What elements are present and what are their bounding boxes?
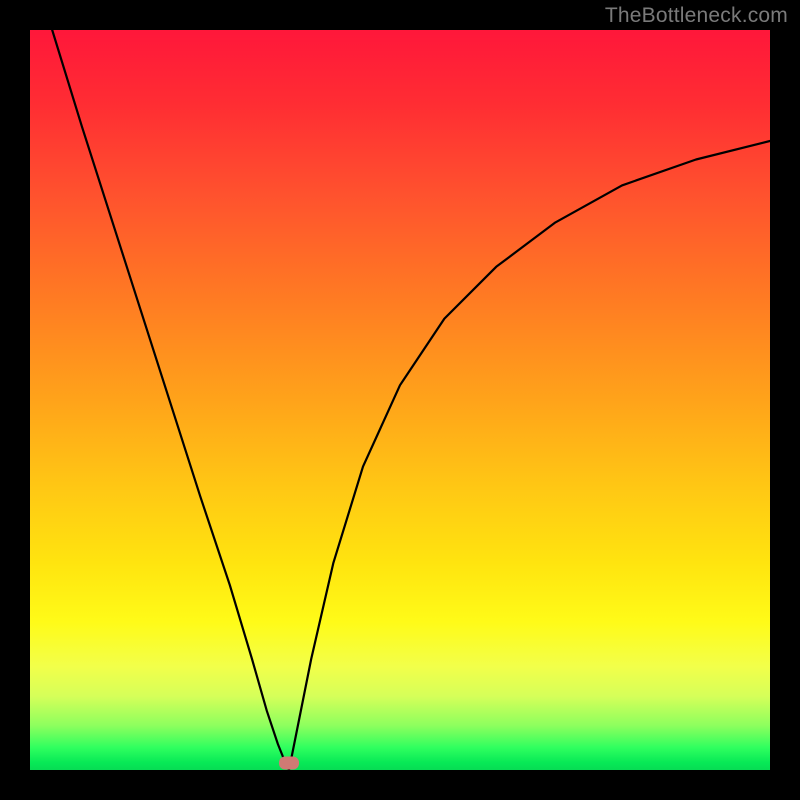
curve-svg [30, 30, 770, 770]
minimum-marker [279, 756, 299, 769]
plot-area [30, 30, 770, 770]
chart-frame: TheBottleneck.com [0, 0, 800, 800]
watermark-text: TheBottleneck.com [605, 4, 788, 28]
curve-left-branch [52, 30, 289, 770]
curve-right-branch [289, 141, 770, 770]
